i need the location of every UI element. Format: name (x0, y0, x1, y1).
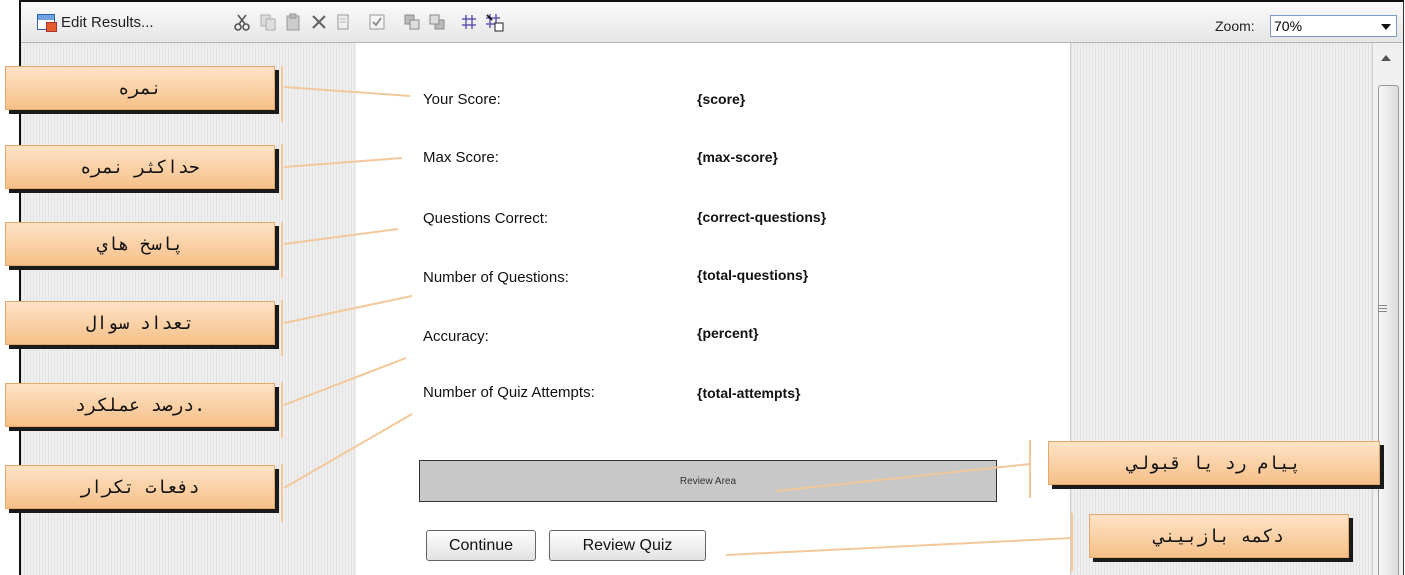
max-score-label: Max Score: (423, 149, 499, 166)
chevron-down-icon[interactable] (1381, 24, 1391, 30)
vertical-scrollbar[interactable] (1372, 43, 1403, 575)
accuracy-label: Accuracy: (423, 328, 489, 345)
callout-tick (281, 300, 283, 356)
callout-tick (1071, 513, 1073, 571)
grid-icon[interactable] (459, 12, 479, 32)
questions-correct-label: Questions Correct: (423, 210, 549, 227)
scrollbar-grip-icon (1378, 305, 1387, 312)
accuracy-value: {percent} (697, 325, 759, 341)
number-of-questions-value: {total-questions} (697, 267, 809, 283)
callout-percent: درصد عملكرد. (5, 383, 275, 427)
cut-icon[interactable] (232, 12, 252, 32)
callout-tick (281, 382, 283, 438)
callout-review-button: دكمه بازبيني (1089, 514, 1349, 558)
zoom-label: Zoom: (1215, 18, 1255, 34)
review-quiz-button[interactable]: Review Quiz (549, 530, 706, 561)
scrollbar-thumb[interactable] (1378, 85, 1399, 575)
scroll-up-icon[interactable] (1381, 55, 1391, 61)
callout-score: نمره (5, 66, 275, 110)
snap-to-grid-icon[interactable] (484, 12, 504, 32)
edit-results-label: Edit Results... (61, 13, 154, 31)
bring-forward-icon[interactable] (402, 12, 422, 32)
your-score-label: Your Score: (423, 91, 501, 108)
callout-correct-answers: پاسخ هاي (5, 222, 275, 266)
quiz-attempts-label: Number of Quiz Attempts: (423, 384, 595, 401)
zoom-select[interactable]: 70% (1270, 15, 1397, 37)
callout-question-count: تعداد سوال (5, 301, 275, 345)
max-score-value: {max-score} (697, 149, 778, 165)
questions-correct-value: {correct-questions} (697, 209, 827, 225)
callout-review-message: پيام رد يا قبولي (1048, 441, 1380, 485)
callout-tick (281, 66, 283, 122)
number-of-questions-label: Number of Questions: (423, 269, 569, 286)
edit-results-icon (37, 14, 57, 32)
duplicate-icon[interactable] (333, 12, 353, 32)
callout-tick (1029, 440, 1031, 498)
callout-tick (281, 144, 283, 200)
delete-icon[interactable] (309, 12, 329, 32)
zoom-value: 70% (1274, 18, 1303, 34)
callout-tick (281, 464, 283, 522)
stage-right-margin (1070, 43, 1372, 575)
edit-results-button[interactable]: Edit Results... (37, 10, 154, 34)
review-area-label: Review Area (679, 475, 737, 487)
paste-icon[interactable] (283, 12, 303, 32)
send-backward-icon[interactable] (427, 12, 447, 32)
review-area: Review Area (419, 460, 997, 502)
toolbar: Edit Results... Zoom: 70% (21, 2, 1403, 43)
copy-icon[interactable] (258, 12, 278, 32)
continue-button[interactable]: Continue (426, 530, 536, 561)
callout-max-score: حداكثر نمره (5, 145, 275, 189)
callout-tick (281, 222, 283, 278)
callout-attempts: دفعات تكرار (5, 465, 275, 509)
quiz-attempts-value: {total-attempts} (697, 385, 801, 401)
checkbox-icon[interactable] (367, 12, 387, 32)
your-score-value: {score} (697, 91, 746, 107)
